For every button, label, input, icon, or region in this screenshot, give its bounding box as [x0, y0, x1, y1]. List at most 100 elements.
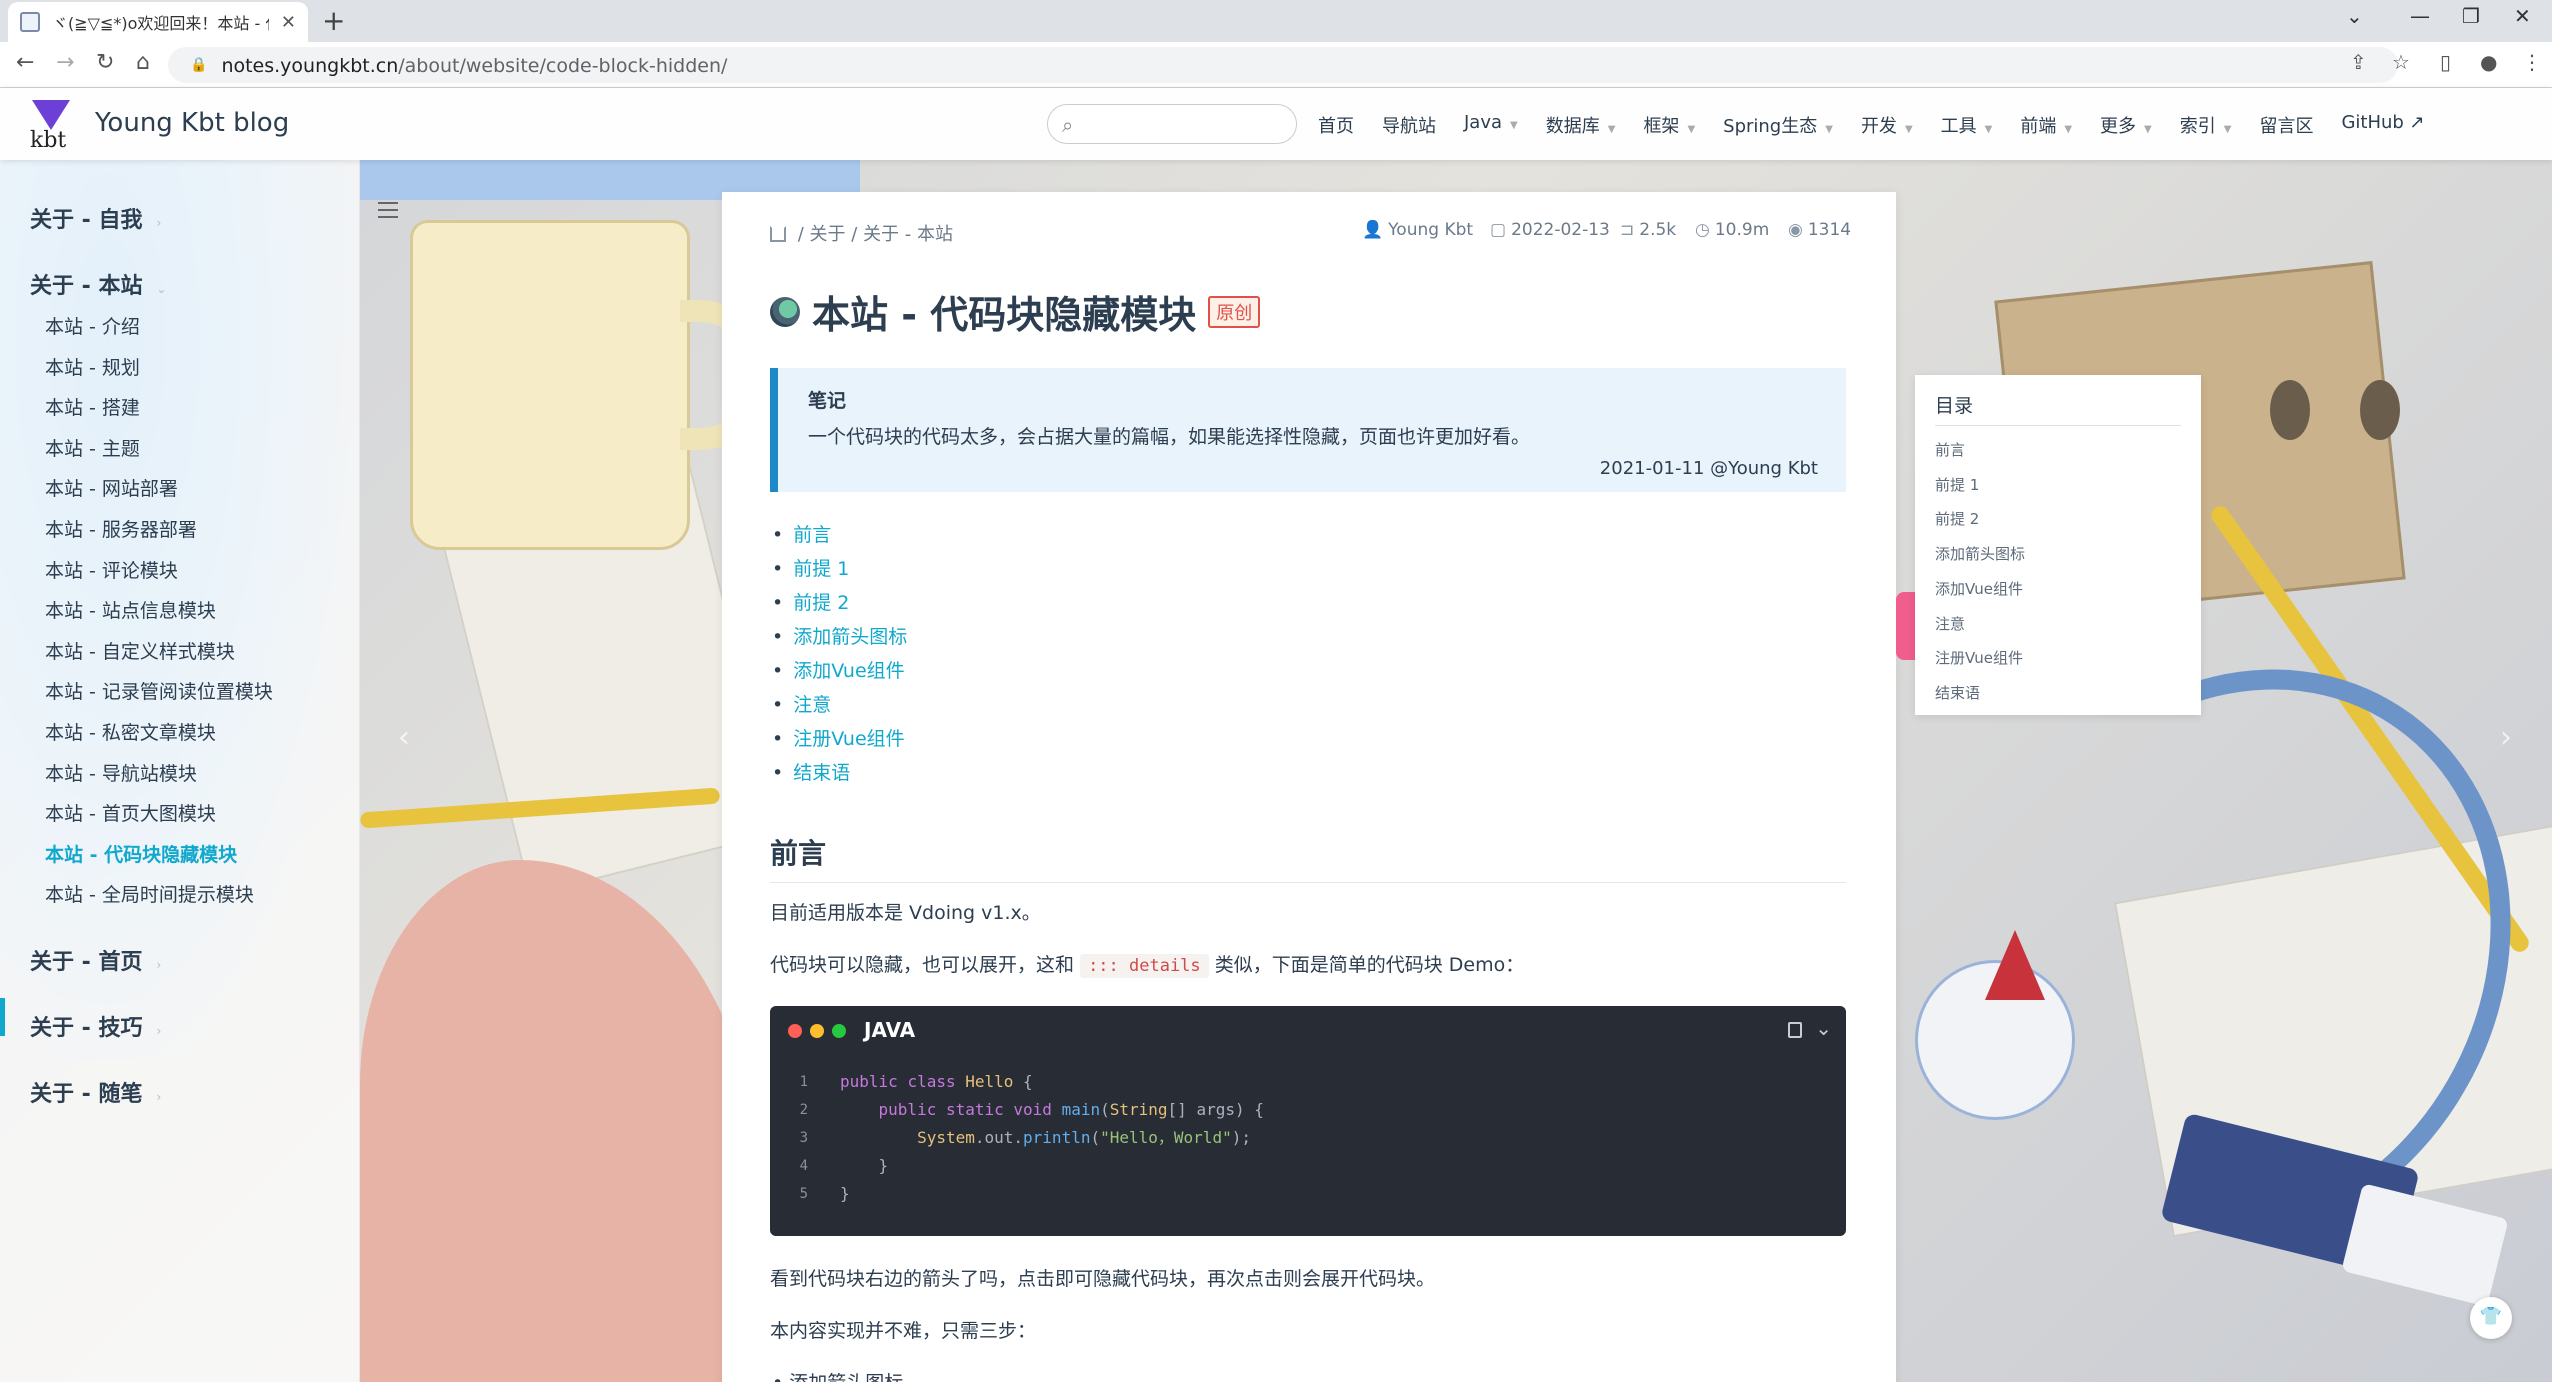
toc-link[interactable]: 注册Vue组件: [772, 722, 907, 756]
sidebar-item[interactable]: 本站 - 网站部署: [45, 474, 178, 501]
sidebar-item[interactable]: 本站 - 主题: [45, 434, 140, 461]
side-panel-icon[interactable]: ▯: [2440, 50, 2451, 74]
back-arrow-icon[interactable]: ←: [16, 50, 34, 75]
line-number: 1: [799, 1074, 808, 1090]
logo-v-shape: [32, 100, 70, 130]
share-icon[interactable]: ⇪: [2350, 50, 2367, 74]
close-window-icon[interactable]: ✕: [2514, 4, 2531, 28]
sidebar-item[interactable]: 本站 - 导航站模块: [45, 759, 197, 786]
line-number: 5: [799, 1186, 808, 1202]
sidebar-item[interactable]: 本站 - 记录管阅读位置模块: [45, 677, 273, 704]
nav-item[interactable]: Java ▼: [1464, 112, 1518, 138]
bg-eraser-sleeve: [2341, 1183, 2509, 1307]
nav-item[interactable]: 首页: [1318, 112, 1354, 138]
sidebar-group-label: 关于 - 技巧: [30, 1016, 143, 1041]
sidebar-item[interactable]: 本站 - 规划: [45, 353, 140, 380]
yellow-dot-icon: [810, 1024, 824, 1038]
nav-item[interactable]: 框架 ▼: [1643, 112, 1695, 138]
bookmark-star-icon[interactable]: ☆: [2392, 50, 2410, 74]
sidebar-item[interactable]: 本站 - 站点信息模块: [45, 596, 216, 623]
toc-link[interactable]: 添加Vue组件: [772, 654, 907, 688]
browser-tab-strip: ヾ(≧▽≦*)o欢迎回来！本站 - 代码 ✕ + ⌄ — ❐ ✕: [0, 0, 2552, 42]
toc-link[interactable]: 结束语: [772, 756, 907, 790]
tab-close-icon[interactable]: ✕: [281, 12, 296, 33]
meta-author[interactable]: 👤 Young Kbt: [1362, 220, 1473, 240]
nav-item[interactable]: GitHub ↗: [2341, 112, 2424, 138]
restore-icon[interactable]: ❐: [2462, 4, 2480, 28]
chevron-down-icon: ⌄: [156, 282, 167, 296]
menu-kebab-icon[interactable]: ⋮: [2522, 50, 2542, 74]
sidebar: 关于 - 自我 › 关于 - 本站 ⌄ 本站 - 介绍 本站 - 规划 本站 - 搭建本…: [0, 160, 360, 1382]
site-name[interactable]: Young Kbt blog: [95, 108, 289, 138]
caret-down-icon: ▼: [1510, 120, 1518, 131]
forward-arrow-icon[interactable]: →: [56, 50, 74, 75]
side-pull-tab[interactable]: [1896, 592, 1916, 660]
right-toc-link[interactable]: 注册Vue组件: [1935, 647, 2023, 668]
theme-shirt-icon[interactable]: 👕: [2470, 1297, 2512, 1339]
nav-item[interactable]: 索引 ▼: [2180, 112, 2232, 138]
right-toc-link[interactable]: 前提 2: [1935, 508, 1979, 529]
copy-icon[interactable]: [1788, 1022, 1802, 1038]
right-toc-link[interactable]: 结束语: [1935, 682, 1980, 703]
home-icon[interactable]: [770, 226, 786, 242]
home-icon[interactable]: ⌂: [136, 50, 150, 75]
omnibox[interactable]: 🔒 notes.youngkbt.cn/about/website/code-b…: [168, 47, 2398, 83]
browser-tab[interactable]: ヾ(≧▽≦*)o欢迎回来！本站 - 代码 ✕: [8, 2, 308, 42]
carousel-next-icon[interactable]: ›: [2500, 720, 2512, 755]
toc-link[interactable]: 添加箭头图标: [772, 620, 907, 654]
toc-link[interactable]: 前言: [772, 518, 907, 552]
sidebar-item[interactable]: 本站 - 服务器部署: [45, 515, 197, 542]
sidebar-item[interactable]: 本站 - 评论模块: [45, 556, 178, 583]
sidebar-item[interactable]: 本站 - 自定义样式模块: [45, 637, 235, 664]
new-tab-button[interactable]: +: [322, 4, 345, 37]
sidebar-item[interactable]: 本站 - 全局时间提示模块: [45, 880, 254, 907]
sidebar-group-about-essays[interactable]: 关于 - 随笔 ›: [30, 1076, 161, 1108]
nav-item[interactable]: 开发 ▼: [1861, 112, 1913, 138]
paragraph: 看到代码块右边的箭头了吗，点击即可隐藏代码块，再次点击则会展开代码块。: [770, 1268, 1436, 1290]
right-toc-link[interactable]: 添加Vue组件: [1935, 578, 2023, 599]
right-toc-link[interactable]: 前言: [1935, 439, 1965, 460]
nav-item[interactable]: Spring生态 ▼: [1723, 112, 1833, 138]
nav-item[interactable]: 数据库 ▼: [1546, 112, 1616, 138]
line-number: 3: [799, 1130, 808, 1146]
nav-item[interactable]: 留言区: [2259, 112, 2313, 138]
sidebar-group-about-self[interactable]: 关于 - 自我 ›: [30, 202, 161, 234]
toc-link[interactable]: 前提 2: [772, 586, 907, 620]
sidebar-item[interactable]: 本站 - 私密文章模块: [45, 718, 216, 745]
right-toc-link[interactable]: 前提 1: [1935, 474, 1979, 495]
code-block: JAVA ⌄ 1 2 3 4 5 public class Hello { pu…: [770, 1006, 1846, 1236]
sidebar-group-about-tips[interactable]: 关于 - 技巧 ›: [30, 1010, 161, 1042]
breadcrumb-link[interactable]: 关于: [810, 224, 846, 245]
breadcrumb-link[interactable]: 关于 - 本站: [863, 224, 953, 245]
chevron-down-icon[interactable]: ⌄: [1815, 1016, 1832, 1040]
window-dots: [788, 1024, 846, 1038]
sidebar-item[interactable]: 本站 - 首页大图模块: [45, 799, 216, 826]
search-input[interactable]: ⌕: [1047, 104, 1297, 144]
nav-item-label: 留言区: [2259, 116, 2314, 137]
list-item[interactable]: • 添加箭头图标: [772, 1368, 903, 1382]
sidebar-item[interactable]: 本站 - 代码块隐藏模块: [45, 840, 237, 867]
reload-icon[interactable]: ↻: [96, 50, 114, 75]
nav-item[interactable]: 更多 ▼: [2100, 112, 2152, 138]
nav-item[interactable]: 工具 ▼: [1941, 112, 1993, 138]
sidebar-item[interactable]: 本站 - 搭建: [45, 393, 140, 420]
toc-link[interactable]: 前提 1: [772, 552, 907, 586]
toc-link[interactable]: 注意: [772, 688, 907, 722]
paragraph-text: 代码块可以隐藏，也可以展开，这和: [770, 954, 1075, 976]
tab-search-chevron-down-icon[interactable]: ⌄: [2346, 4, 2363, 28]
sidebar-toggle-menu-icon[interactable]: [378, 202, 398, 218]
profile-avatar-icon[interactable]: ●: [2480, 50, 2497, 74]
site-logo[interactable]: kbt: [26, 98, 76, 153]
code-language-label: JAVA: [864, 1018, 916, 1042]
lock-icon[interactable]: 🔒: [190, 57, 207, 73]
nav-item[interactable]: 导航站: [1382, 112, 1436, 138]
sidebar-group-about-home[interactable]: 关于 - 首页 ›: [30, 944, 161, 976]
minimize-icon[interactable]: —: [2410, 4, 2430, 28]
right-toc-link[interactable]: 注意: [1935, 613, 1965, 634]
nav-item[interactable]: 前端 ▼: [2020, 112, 2072, 138]
carousel-prev-icon[interactable]: ‹: [398, 720, 410, 755]
sidebar-item[interactable]: 本站 - 介绍: [45, 312, 140, 339]
right-toc-link[interactable]: 添加箭头图标: [1935, 543, 2025, 564]
sidebar-group-about-site[interactable]: 关于 - 本站 ⌄: [30, 268, 167, 300]
breadcrumb-separator: /: [851, 224, 864, 245]
